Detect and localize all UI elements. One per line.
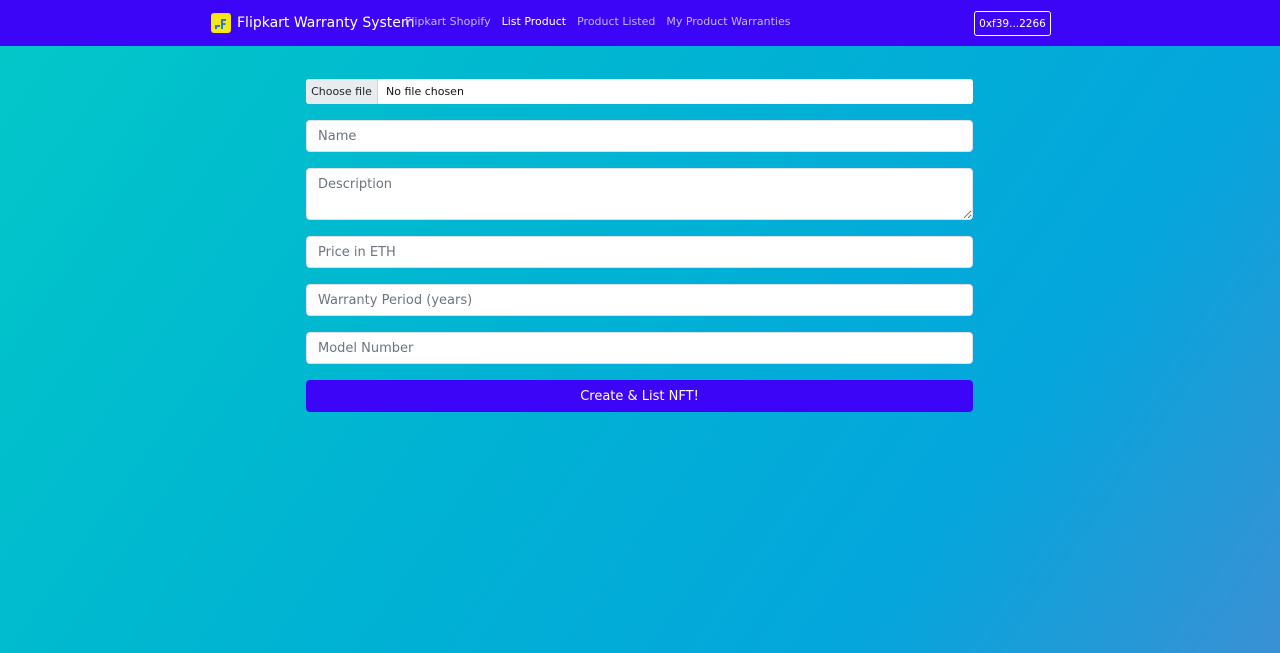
navbar: Flipkart Warranty System Flipkart Shopif… xyxy=(0,0,1280,46)
warranty-period-input[interactable] xyxy=(306,284,973,316)
wallet-address-button[interactable]: 0xf39...2266 xyxy=(974,11,1051,36)
brand[interactable]: Flipkart Warranty System xyxy=(211,13,415,33)
list-product-form: Choose file No file chosen Create & List… xyxy=(306,79,973,412)
choose-file-button[interactable]: Choose file xyxy=(306,79,378,104)
brand-title: Flipkart Warranty System xyxy=(237,15,415,31)
flipkart-logo-icon xyxy=(211,13,231,33)
nav-link-product-listed[interactable]: Product Listed xyxy=(577,15,655,28)
file-input[interactable]: Choose file No file chosen xyxy=(306,79,973,104)
nav-link-flipkart-shopify[interactable]: Flipkart Shopify xyxy=(405,15,491,28)
create-list-nft-button[interactable]: Create & List NFT! xyxy=(306,380,973,412)
name-input[interactable] xyxy=(306,120,973,152)
nav-links: Flipkart Shopify List Product Product Li… xyxy=(405,15,790,28)
model-number-input[interactable] xyxy=(306,332,973,364)
description-textarea[interactable] xyxy=(306,168,973,220)
nav-link-list-product[interactable]: List Product xyxy=(502,15,567,28)
nav-link-my-product-warranties[interactable]: My Product Warranties xyxy=(666,15,790,28)
price-input[interactable] xyxy=(306,236,973,268)
file-status-text: No file chosen xyxy=(386,85,464,98)
